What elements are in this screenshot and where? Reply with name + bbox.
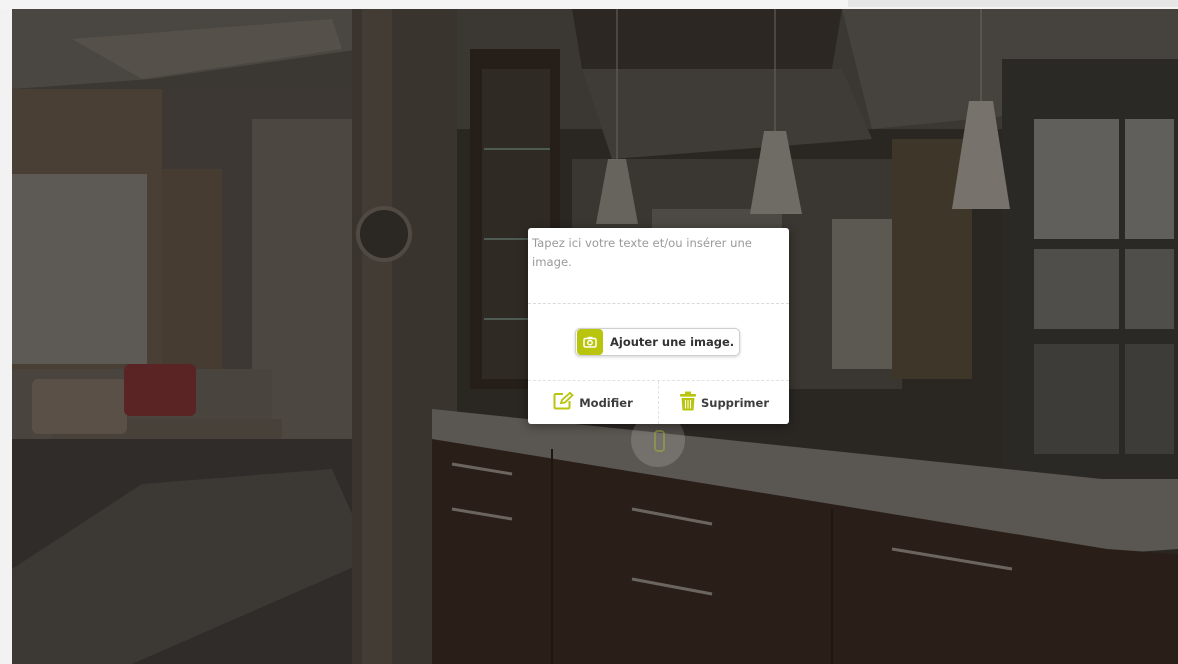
text-placeholder: Tapez ici votre texte et/ou insérer une … — [532, 236, 752, 269]
top-strip — [0, 0, 1178, 9]
hotspot-pin-icon — [654, 430, 665, 452]
top-right-bar — [848, 0, 1178, 7]
camera-icon — [577, 329, 603, 355]
edit-button[interactable]: Modifier — [528, 381, 658, 424]
add-image-zone: Ajouter une image. — [528, 304, 789, 381]
popup-actions: Modifier Supprimer — [528, 381, 789, 424]
hotspot-popup: Tapez ici votre texte et/ou insérer une … — [528, 228, 789, 424]
edit-icon — [553, 391, 579, 413]
popup-text-area[interactable]: Tapez ici votre texte et/ou insérer une … — [528, 228, 789, 304]
trash-icon — [679, 391, 701, 414]
add-image-button[interactable]: Ajouter une image. — [575, 328, 740, 356]
delete-button[interactable]: Supprimer — [658, 381, 789, 424]
edit-label: Modifier — [579, 395, 633, 410]
delete-label: Supprimer — [700, 395, 769, 410]
add-image-label: Ajouter une image. — [610, 335, 735, 349]
